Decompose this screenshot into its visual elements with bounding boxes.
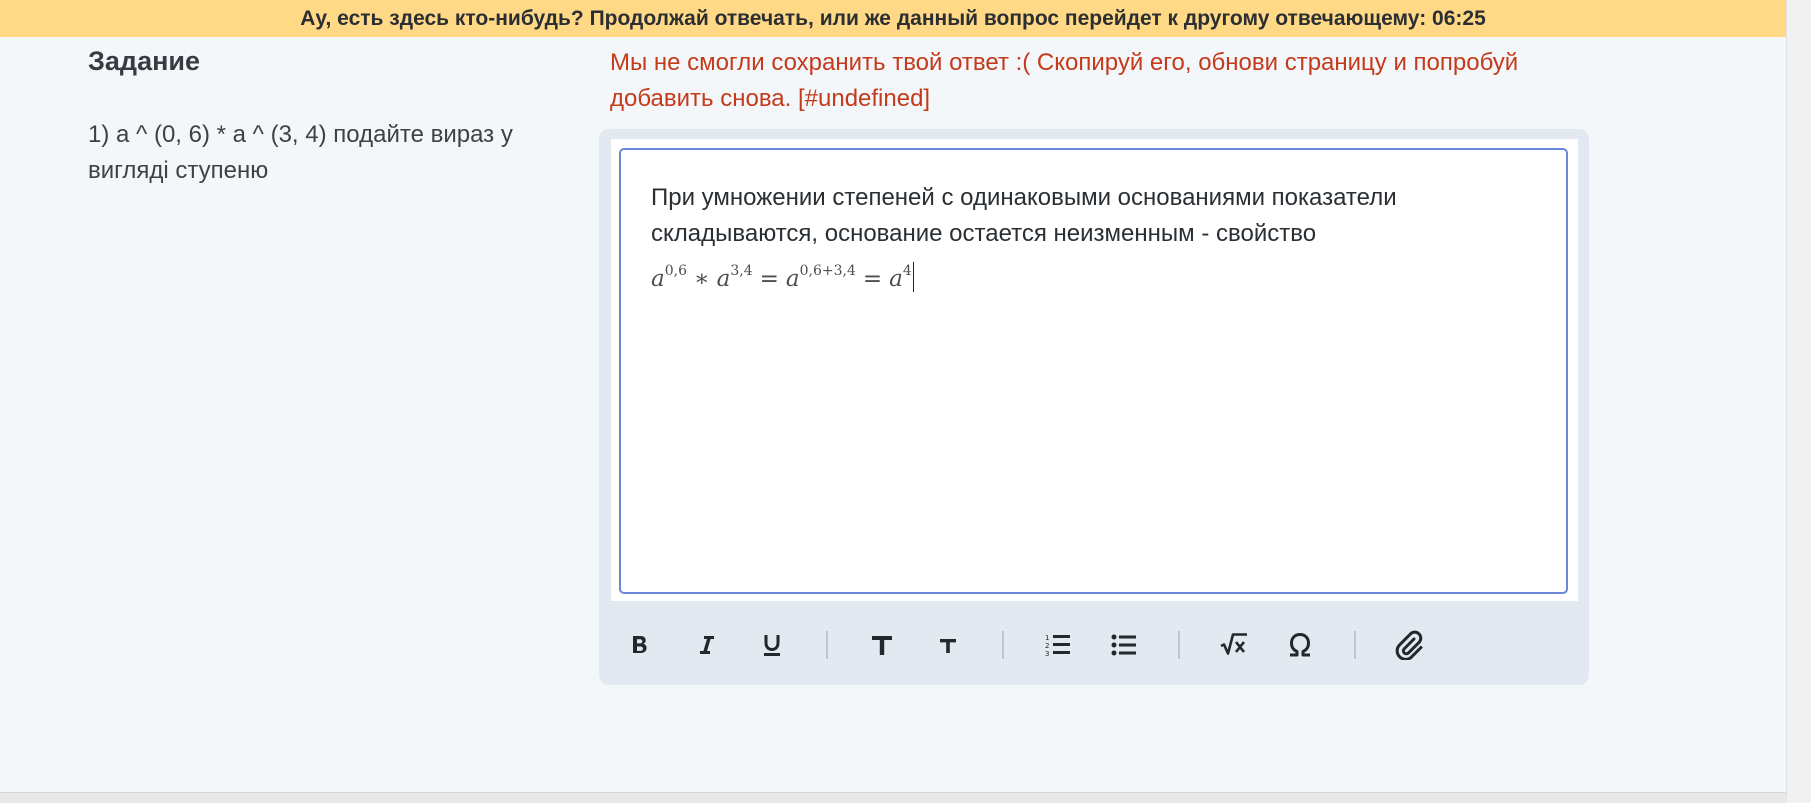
- toolbar-separator: [826, 631, 828, 659]
- toolbar-separator: [1178, 631, 1180, 659]
- answer-editor[interactable]: При умножении степеней с одинаковыми осн…: [619, 148, 1568, 594]
- underline-icon: [764, 635, 780, 656]
- svg-text:3: 3: [1045, 650, 1049, 658]
- heading-large-button[interactable]: [859, 622, 905, 668]
- text-small-icon: [940, 639, 956, 653]
- bottom-edge: [0, 792, 1786, 803]
- toolbar-separator: [1354, 631, 1356, 659]
- formula-base: a: [716, 266, 731, 292]
- heading-small-button[interactable]: [925, 622, 971, 668]
- task-text: 1) a ^ (0, 6) * a ^ (3, 4) подайте вираз…: [88, 121, 513, 184]
- italic-button[interactable]: [683, 622, 729, 668]
- text-caret: [912, 262, 914, 292]
- answer-formula[interactable]: a0,6 ∗ a3,4 = a0,6+3,4 = a4: [651, 262, 914, 292]
- formula-exponent: 0,6+3,4: [799, 263, 856, 279]
- formula-base: a: [651, 266, 665, 292]
- svg-text:2: 2: [1045, 642, 1049, 650]
- special-symbols-button[interactable]: [1277, 622, 1323, 668]
- numbered-list-button[interactable]: 123: [1035, 622, 1081, 668]
- text-large-icon: [872, 636, 892, 655]
- svg-text:1: 1: [1045, 634, 1049, 642]
- formula-exponent: 4: [902, 263, 912, 279]
- paperclip-icon: [1395, 630, 1423, 660]
- formula-exponent: 0,6: [664, 263, 687, 279]
- save-error-message: Мы не смогли сохранить твой ответ :( Ско…: [610, 49, 1519, 112]
- underline-button[interactable]: [749, 622, 795, 668]
- formula-button[interactable]: [1211, 622, 1257, 668]
- vertical-scrollbar[interactable]: [1786, 0, 1811, 802]
- formula-equals: =: [759, 266, 779, 292]
- bulleted-list-button[interactable]: [1101, 622, 1147, 668]
- inactivity-banner-text: Ау, есть здесь кто-нибудь? Продолжай отв…: [300, 6, 1486, 30]
- task-title: Задание: [88, 46, 201, 76]
- bulleted-list-icon: [1111, 634, 1136, 656]
- editor-toolbar: 123: [617, 622, 1453, 668]
- formula-base: a: [785, 266, 800, 292]
- formula-equals: =: [862, 266, 883, 292]
- formula-exponent: 3,4: [730, 263, 753, 279]
- attach-file-button[interactable]: [1387, 622, 1433, 668]
- square-root-icon: [1220, 633, 1247, 655]
- italic-icon: [700, 636, 714, 654]
- formula-base: a: [889, 266, 903, 292]
- bold-button[interactable]: [617, 622, 663, 668]
- bold-icon: [633, 636, 647, 653]
- formula-operator: ∗: [693, 266, 710, 292]
- omega-icon: [1290, 633, 1310, 657]
- inactivity-banner: Ау, есть здесь кто-нибудь? Продолжай отв…: [0, 0, 1786, 37]
- toolbar-separator: [1002, 631, 1004, 659]
- numbered-list-icon: 123: [1045, 634, 1070, 658]
- answer-text: При умножении степеней с одинаковыми осн…: [651, 184, 1397, 247]
